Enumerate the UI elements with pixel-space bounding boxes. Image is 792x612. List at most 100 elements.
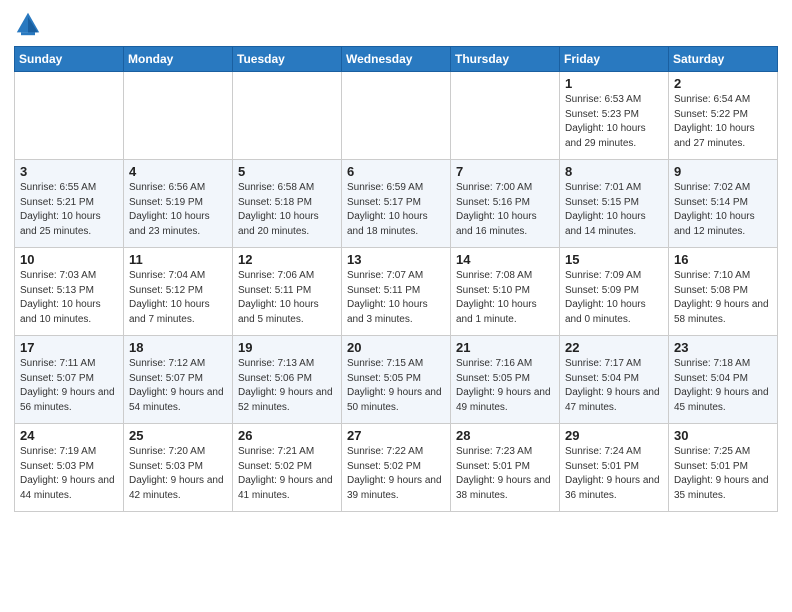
calendar-day-21: 21 Sunrise: 7:16 AM Sunset: 5:05 PM Dayli… [451, 336, 560, 424]
day-number: 16 [674, 252, 772, 267]
day-number: 2 [674, 76, 772, 91]
calendar-day-9: 9Sunrise: 7:02 AM Sunset: 5:14 PM Daylig… [669, 160, 778, 248]
day-info: Sunrise: 7:02 AM Sunset: 5:14 PM Dayligh… [674, 181, 772, 239]
day-info: Sunrise: 6:55 AM Sunset: 5:21 PM Dayligh… [20, 181, 118, 239]
day-number: 28 [456, 428, 554, 443]
day-number: 19 [238, 340, 336, 355]
calendar-day-8: 8Sunrise: 7:01 AM Sunset: 5:15 PM Daylig… [560, 160, 669, 248]
calendar-empty-cell [451, 72, 560, 160]
day-info: Sunrise: 7:21 AM Sunset: 5:02 PM Dayligh… [238, 445, 336, 503]
calendar-day-29: 29 Sunrise: 7:24 AM Sunset: 5:01 PM Dayli… [560, 424, 669, 512]
day-number: 24 [20, 428, 118, 443]
day-info: Sunrise: 6:56 AM Sunset: 5:19 PM Dayligh… [129, 181, 227, 239]
calendar-day-26: 26 Sunrise: 7:21 AM Sunset: 5:02 PM Dayli… [233, 424, 342, 512]
day-info: Sunrise: 7:11 AM Sunset: 5:07 PM Dayligh… [20, 357, 118, 415]
day-number: 12 [238, 252, 336, 267]
day-info: Sunrise: 6:53 AM Sunset: 5:23 PM Dayligh… [565, 93, 663, 151]
weekday-header-tuesday: Tuesday [233, 47, 342, 72]
day-info: Sunrise: 7:20 AM Sunset: 5:03 PM Dayligh… [129, 445, 227, 503]
calendar-day-2: 2 Sunrise: 6:54 AM Sunset: 5:22 PM Daylig… [669, 72, 778, 160]
day-info: Sunrise: 7:08 AM Sunset: 5:10 PM Dayligh… [456, 269, 554, 327]
day-number: 21 [456, 340, 554, 355]
day-info: Sunrise: 6:59 AM Sunset: 5:17 PM Dayligh… [347, 181, 445, 239]
calendar-empty-cell [15, 72, 124, 160]
day-info: Sunrise: 7:09 AM Sunset: 5:09 PM Dayligh… [565, 269, 663, 327]
calendar-week-row: 17 Sunrise: 7:11 AM Sunset: 5:07 PM Dayli… [15, 336, 778, 424]
page-header [14, 10, 778, 38]
calendar-day-12: 12 Sunrise: 7:06 AM Sunset: 5:11 PM Dayli… [233, 248, 342, 336]
calendar-day-10: 10 Sunrise: 7:03 AM Sunset: 5:13 PM Dayli… [15, 248, 124, 336]
day-number: 29 [565, 428, 663, 443]
calendar-day-18: 18 Sunrise: 7:12 AM Sunset: 5:07 PM Dayli… [124, 336, 233, 424]
day-info: Sunrise: 7:19 AM Sunset: 5:03 PM Dayligh… [20, 445, 118, 503]
calendar-empty-cell [342, 72, 451, 160]
day-info: Sunrise: 6:58 AM Sunset: 5:18 PM Dayligh… [238, 181, 336, 239]
day-number: 6 [347, 164, 445, 179]
calendar-day-20: 20 Sunrise: 7:15 AM Sunset: 5:05 PM Dayli… [342, 336, 451, 424]
weekday-header-wednesday: Wednesday [342, 47, 451, 72]
day-info: Sunrise: 7:00 AM Sunset: 5:16 PM Dayligh… [456, 181, 554, 239]
day-info: Sunrise: 7:12 AM Sunset: 5:07 PM Dayligh… [129, 357, 227, 415]
calendar-day-15: 15 Sunrise: 7:09 AM Sunset: 5:09 PM Dayli… [560, 248, 669, 336]
calendar-day-7: 7Sunrise: 7:00 AM Sunset: 5:16 PM Daylig… [451, 160, 560, 248]
calendar-day-24: 24 Sunrise: 7:19 AM Sunset: 5:03 PM Dayli… [15, 424, 124, 512]
day-info: Sunrise: 7:01 AM Sunset: 5:15 PM Dayligh… [565, 181, 663, 239]
calendar-day-27: 27 Sunrise: 7:22 AM Sunset: 5:02 PM Dayli… [342, 424, 451, 512]
day-number: 27 [347, 428, 445, 443]
calendar-empty-cell [233, 72, 342, 160]
calendar-day-17: 17 Sunrise: 7:11 AM Sunset: 5:07 PM Dayli… [15, 336, 124, 424]
calendar-day-11: 11Sunrise: 7:04 AM Sunset: 5:12 PM Dayli… [124, 248, 233, 336]
day-number: 15 [565, 252, 663, 267]
day-info: Sunrise: 7:07 AM Sunset: 5:11 PM Dayligh… [347, 269, 445, 327]
calendar-day-5: 5 Sunrise: 6:58 AM Sunset: 5:18 PM Daylig… [233, 160, 342, 248]
calendar-day-22: 22 Sunrise: 7:17 AM Sunset: 5:04 PM Dayli… [560, 336, 669, 424]
day-info: Sunrise: 7:25 AM Sunset: 5:01 PM Dayligh… [674, 445, 772, 503]
day-number: 18 [129, 340, 227, 355]
logo-icon [14, 10, 42, 38]
weekday-header-monday: Monday [124, 47, 233, 72]
weekday-header-friday: Friday [560, 47, 669, 72]
day-number: 17 [20, 340, 118, 355]
calendar-week-row: 10 Sunrise: 7:03 AM Sunset: 5:13 PM Dayli… [15, 248, 778, 336]
calendar-day-30: 30Sunrise: 7:25 AM Sunset: 5:01 PM Dayli… [669, 424, 778, 512]
calendar-table: SundayMondayTuesdayWednesdayThursdayFrid… [14, 46, 778, 512]
day-info: Sunrise: 7:24 AM Sunset: 5:01 PM Dayligh… [565, 445, 663, 503]
day-number: 23 [674, 340, 772, 355]
day-number: 3 [20, 164, 118, 179]
day-number: 20 [347, 340, 445, 355]
day-number: 5 [238, 164, 336, 179]
calendar-day-13: 13 Sunrise: 7:07 AM Sunset: 5:11 PM Dayli… [342, 248, 451, 336]
calendar-day-16: 16 Sunrise: 7:10 AM Sunset: 5:08 PM Dayli… [669, 248, 778, 336]
day-info: Sunrise: 6:54 AM Sunset: 5:22 PM Dayligh… [674, 93, 772, 151]
day-info: Sunrise: 7:03 AM Sunset: 5:13 PM Dayligh… [20, 269, 118, 327]
day-info: Sunrise: 7:18 AM Sunset: 5:04 PM Dayligh… [674, 357, 772, 415]
calendar-week-row: 24 Sunrise: 7:19 AM Sunset: 5:03 PM Dayli… [15, 424, 778, 512]
calendar-day-25: 25 Sunrise: 7:20 AM Sunset: 5:03 PM Dayli… [124, 424, 233, 512]
day-number: 10 [20, 252, 118, 267]
calendar-day-1: 1 Sunrise: 6:53 AM Sunset: 5:23 PM Daylig… [560, 72, 669, 160]
day-number: 14 [456, 252, 554, 267]
page-container: SundayMondayTuesdayWednesdayThursdayFrid… [0, 0, 792, 522]
day-info: Sunrise: 7:06 AM Sunset: 5:11 PM Dayligh… [238, 269, 336, 327]
logo [14, 10, 46, 38]
weekday-header-sunday: Sunday [15, 47, 124, 72]
weekday-header-saturday: Saturday [669, 47, 778, 72]
day-info: Sunrise: 7:17 AM Sunset: 5:04 PM Dayligh… [565, 357, 663, 415]
calendar-day-23: 23 Sunrise: 7:18 AM Sunset: 5:04 PM Dayli… [669, 336, 778, 424]
day-number: 4 [129, 164, 227, 179]
day-info: Sunrise: 7:22 AM Sunset: 5:02 PM Dayligh… [347, 445, 445, 503]
day-info: Sunrise: 7:10 AM Sunset: 5:08 PM Dayligh… [674, 269, 772, 327]
day-number: 22 [565, 340, 663, 355]
day-number: 26 [238, 428, 336, 443]
calendar-empty-cell [124, 72, 233, 160]
calendar-week-row: 3 Sunrise: 6:55 AM Sunset: 5:21 PM Daylig… [15, 160, 778, 248]
weekday-header-thursday: Thursday [451, 47, 560, 72]
day-info: Sunrise: 7:15 AM Sunset: 5:05 PM Dayligh… [347, 357, 445, 415]
day-number: 1 [565, 76, 663, 91]
day-info: Sunrise: 7:13 AM Sunset: 5:06 PM Dayligh… [238, 357, 336, 415]
day-number: 13 [347, 252, 445, 267]
day-number: 25 [129, 428, 227, 443]
calendar-day-28: 28Sunrise: 7:23 AM Sunset: 5:01 PM Dayli… [451, 424, 560, 512]
day-info: Sunrise: 7:16 AM Sunset: 5:05 PM Dayligh… [456, 357, 554, 415]
calendar-day-4: 4 Sunrise: 6:56 AM Sunset: 5:19 PM Daylig… [124, 160, 233, 248]
